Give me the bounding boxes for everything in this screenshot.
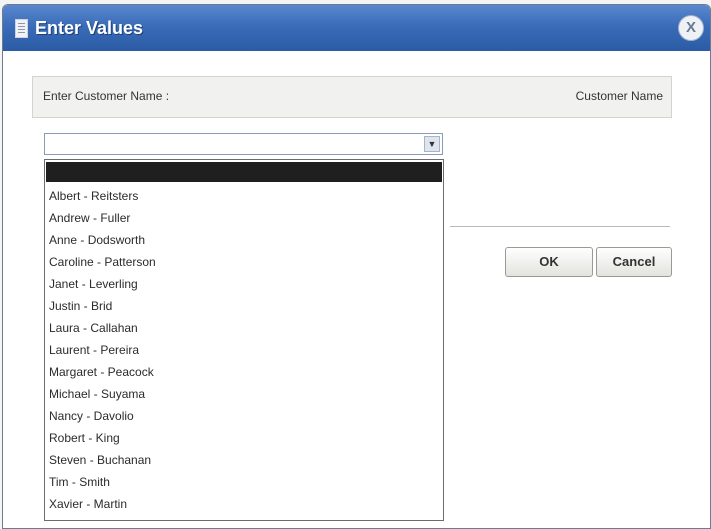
prompt-label: Enter Customer Name : xyxy=(43,89,170,103)
dropdown-item[interactable]: Tim - Smith xyxy=(49,472,110,492)
prompt-panel: Enter Customer Name : Customer Name xyxy=(32,76,672,118)
dropdown-item[interactable]: Janet - Leverling xyxy=(49,274,138,294)
dropdown-item[interactable]: Caroline - Patterson xyxy=(49,252,156,272)
chevron-down-icon[interactable]: ▼ xyxy=(424,136,440,152)
cancel-button[interactable]: Cancel xyxy=(596,247,672,277)
dropdown-selected-item[interactable] xyxy=(46,162,442,182)
dropdown-item[interactable]: Justin - Brid xyxy=(49,296,112,316)
dialog-titlebar[interactable]: Enter Values X xyxy=(3,5,710,51)
dropdown-item[interactable]: Margaret - Peacock xyxy=(49,362,154,382)
dropdown-item[interactable]: Laura - Callahan xyxy=(49,318,138,338)
customer-dropdown-list[interactable]: Albert - Reitsters Andrew - Fuller Anne … xyxy=(44,159,444,521)
dropdown-item[interactable]: Nancy - Davolio xyxy=(49,406,134,426)
dropdown-item[interactable]: Andrew - Fuller xyxy=(49,208,130,228)
close-button[interactable]: X xyxy=(678,15,704,41)
dropdown-item[interactable]: Xavier - Martin xyxy=(49,494,127,514)
prompt-hint: Customer Name xyxy=(575,89,663,103)
dialog-title: Enter Values xyxy=(35,18,144,38)
dropdown-item[interactable]: Steven - Buchanan xyxy=(49,450,151,470)
dropdown-item[interactable]: Laurent - Pereira xyxy=(49,340,139,360)
document-icon xyxy=(15,19,28,38)
customer-name-combobox[interactable]: ▼ xyxy=(44,133,443,155)
dropdown-item[interactable]: Michael - Suyama xyxy=(49,384,145,404)
ok-button[interactable]: OK xyxy=(505,247,593,277)
dropdown-item[interactable]: Robert - King xyxy=(49,428,120,448)
dropdown-item[interactable]: Albert - Reitsters xyxy=(49,186,138,206)
dropdown-item[interactable]: Anne - Dodsworth xyxy=(49,230,145,250)
button-separator xyxy=(450,226,670,227)
